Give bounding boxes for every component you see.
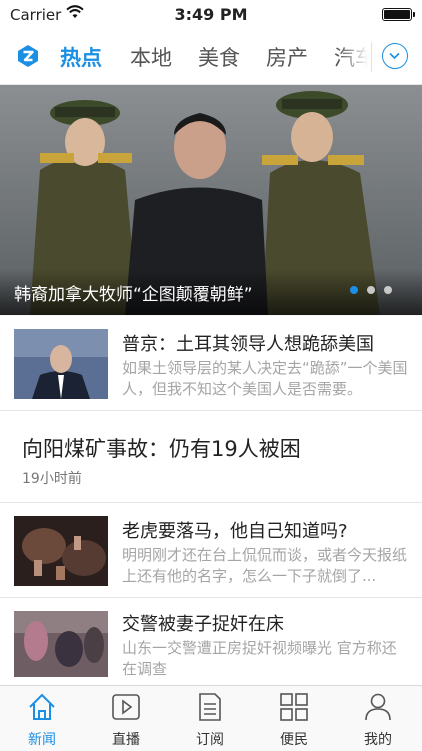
news-summary: 山东一交警遭正房捉奸视频曝光 官方称还在调查 <box>122 639 397 678</box>
hero-carousel[interactable]: 韩裔加拿大牧师“企图颠覆朝鲜” <box>0 85 422 315</box>
tab-food[interactable]: 美食 <box>198 42 240 72</box>
news-thumbnail <box>14 329 108 399</box>
carousel-dot[interactable] <box>367 286 375 294</box>
news-item-traffic-police[interactable]: 交警被妻子捉奸在床 山东一交警遭正房捉奸视频曝光 官方称还在调查 <box>0 598 422 686</box>
news-thumbnail <box>14 611 108 677</box>
status-time: 3:49 PM <box>174 5 248 24</box>
expand-channels-button[interactable] <box>382 43 408 69</box>
news-summary: 明明刚才还在台上侃侃而谈，或者今天报纸上还有他的名字，怎么一下子就倒了... <box>122 546 408 585</box>
tab-local[interactable]: 本地 <box>130 42 172 72</box>
tab-subscribe[interactable]: 订阅 <box>168 686 252 751</box>
news-time: 19小时前 <box>22 471 82 487</box>
tab-label: 订阅 <box>196 732 224 748</box>
news-thumbnail <box>14 516 108 586</box>
home-icon <box>29 693 55 720</box>
tab-label: 我的 <box>364 732 392 748</box>
news-item-coal-mine[interactable]: 向阳煤矿事故：仍有19人被困 19小时前 <box>0 411 422 503</box>
channel-tabs: 热点 本地 美食 房产 汽车 <box>50 30 368 84</box>
hero-caption[interactable]: 韩裔加拿大牧师“企图颠覆朝鲜” <box>14 280 253 305</box>
tab-label: 便民 <box>280 732 308 748</box>
news-title: 普京：土耳其领导人想跪舔美国 <box>122 334 374 355</box>
tab-realestate[interactable]: 房产 <box>266 42 308 72</box>
battery-icon <box>382 8 415 21</box>
news-item-putin[interactable]: 普京：土耳其领导人想跪舔美国 如果土领导层的某人决定去“跪舔”一个美国人，但我不… <box>0 316 422 411</box>
channel-nav: 热点 本地 美食 房产 汽车 <box>0 30 422 85</box>
news-summary: 如果土领导层的某人决定去“跪舔”一个美国人，但我不知这个美国人是否需要。 <box>122 359 408 398</box>
tab-services[interactable]: 便民 <box>252 686 336 751</box>
play-icon <box>112 694 140 720</box>
news-title: 向阳煤矿事故：仍有19人被困 <box>22 437 301 461</box>
document-icon <box>199 693 221 721</box>
news-title: 交警被妻子捉奸在床 <box>122 614 284 635</box>
chevron-down-icon <box>389 52 400 60</box>
tab-hot[interactable]: 热点 <box>60 42 102 72</box>
bottom-tab-bar: 新闻 直播 订阅 便民 我的 <box>0 685 422 751</box>
tab-news[interactable]: 新闻 <box>0 686 84 751</box>
grid-icon <box>280 693 308 721</box>
carousel-dots <box>341 279 392 298</box>
tab-label: 直播 <box>112 732 140 748</box>
app-logo-icon[interactable] <box>16 44 40 68</box>
news-title: 老虎要落马，他自己知道吗? <box>122 521 348 542</box>
carousel-dot[interactable] <box>350 286 358 294</box>
nav-divider <box>371 42 372 72</box>
carousel-dot[interactable] <box>384 286 392 294</box>
status-bar: Carrier 3:49 PM <box>0 0 422 30</box>
tab-label: 新闻 <box>28 732 56 748</box>
person-icon <box>365 693 391 721</box>
tab-live[interactable]: 直播 <box>84 686 168 751</box>
tab-me[interactable]: 我的 <box>336 686 420 751</box>
news-item-tiger[interactable]: 老虎要落马，他自己知道吗? 明明刚才还在台上侃侃而谈，或者今天报纸上还有他的名字… <box>0 503 422 598</box>
tabs-fade <box>338 30 368 84</box>
